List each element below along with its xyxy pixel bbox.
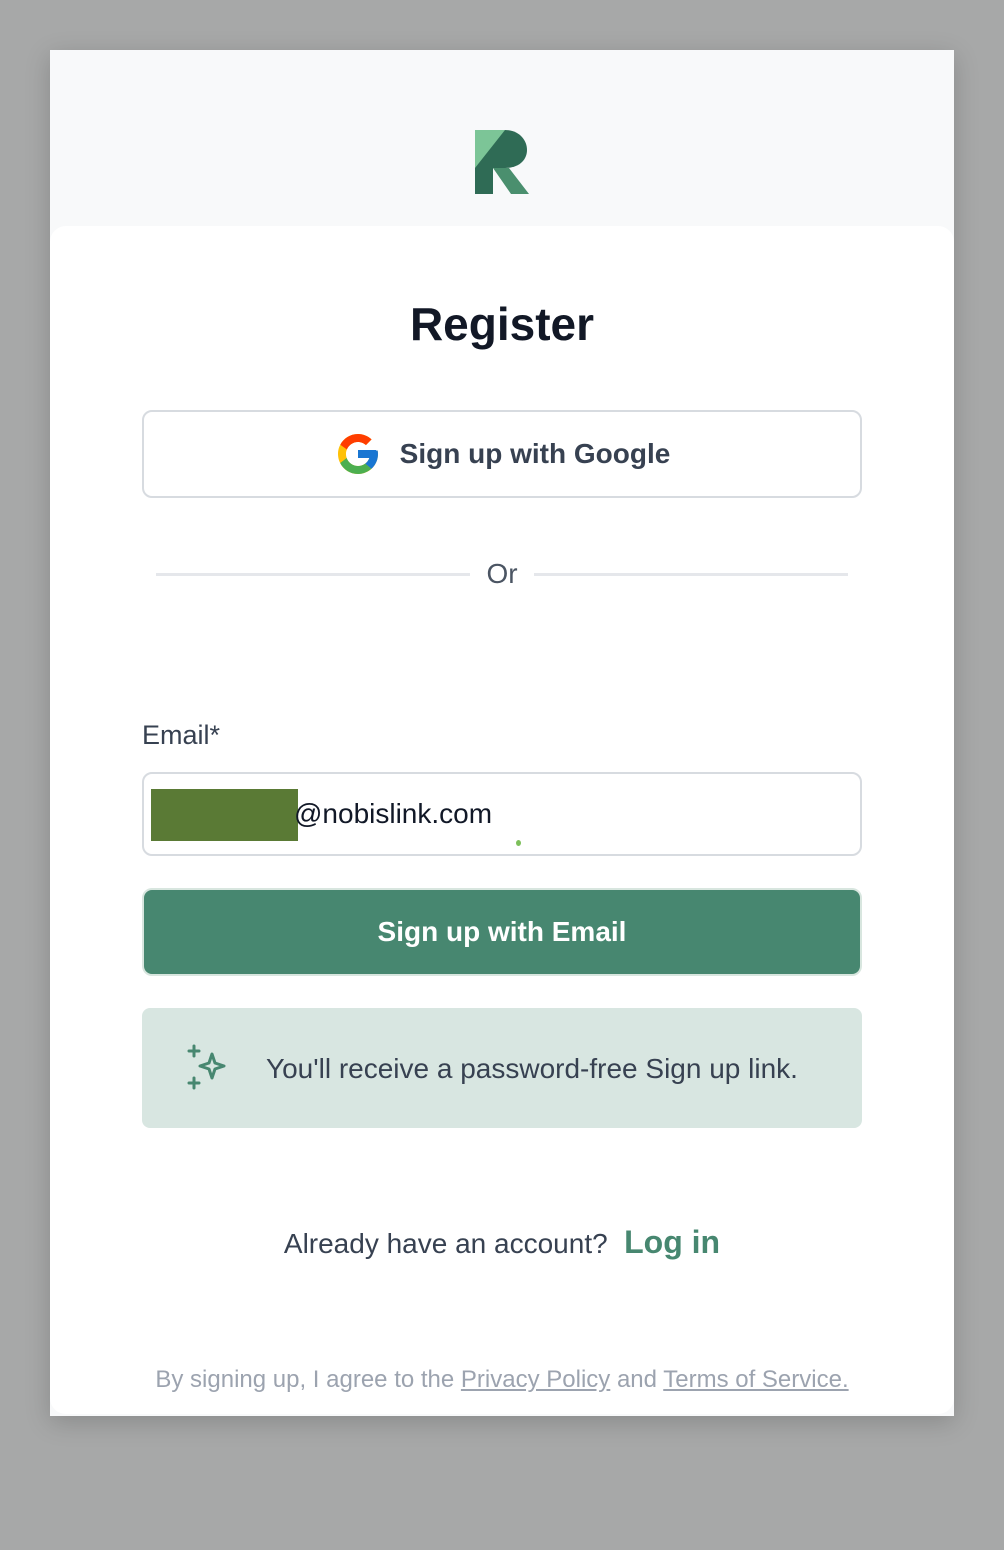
terms-of-service-link[interactable]: Terms of Service. (663, 1366, 848, 1393)
sparkle-icon (187, 1044, 226, 1090)
legal-conjunction: and (610, 1366, 664, 1393)
info-text: You'll receive a password-free Sign up l… (266, 1053, 798, 1084)
login-question: Already have an account? (283, 1228, 608, 1259)
register-card: Register Sign up with Google Or Email* @… (50, 226, 954, 1414)
legal-prefix: By signing up, I agree to the (155, 1366, 461, 1393)
email-field[interactable]: @nobislink.com (142, 772, 862, 856)
mouse-cursor (516, 840, 521, 846)
r-logo-icon (475, 130, 529, 194)
google-signup-button[interactable]: Sign up with Google (142, 410, 862, 498)
register-window: Register Sign up with Google Or Email* @… (50, 50, 954, 1416)
email-signup-button[interactable]: Sign up with Email (142, 888, 862, 976)
login-link[interactable]: Log in (624, 1224, 720, 1260)
divider-line-right (534, 573, 848, 576)
page-title: Register (409, 298, 595, 350)
login-prompt: Already have an account? Log in (50, 1222, 954, 1269)
google-icon (337, 434, 378, 474)
redacted-username (151, 789, 298, 841)
legal-notice: By signing up, I agree to the Privacy Po… (50, 1364, 954, 1396)
email-signup-label: Sign up with Email (377, 916, 627, 947)
or-divider: Or (156, 556, 848, 592)
privacy-policy-link[interactable]: Privacy Policy (461, 1366, 610, 1393)
google-signup-label: Sign up with Google (399, 438, 671, 469)
email-label: Email* (142, 720, 221, 750)
email-value: @nobislink.com (294, 798, 493, 829)
passwordless-info-box: You'll receive a password-free Sign up l… (142, 1008, 862, 1128)
